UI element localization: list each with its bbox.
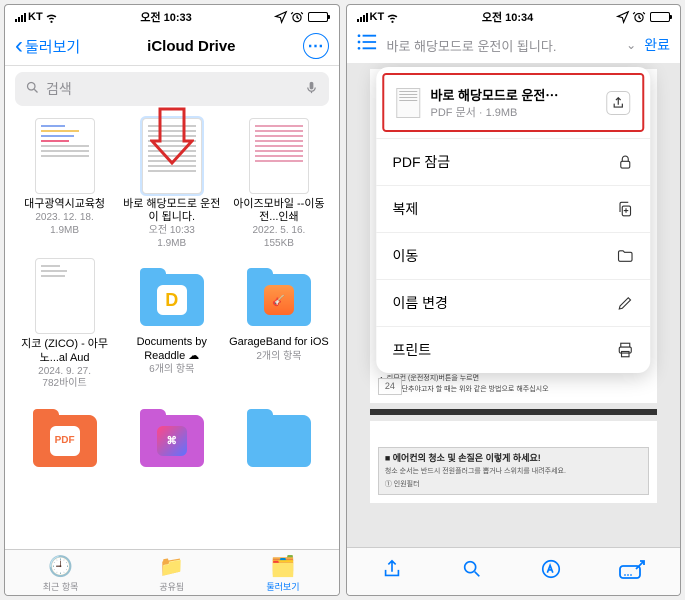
page-number: 24 bbox=[378, 378, 402, 395]
battery-icon bbox=[650, 12, 670, 22]
clock-icon: 🕘 bbox=[5, 554, 116, 579]
status-bar: KT 오전 10:33 bbox=[5, 5, 339, 27]
folder-item[interactable]: PDF bbox=[13, 399, 116, 477]
document-header: 바로 해당모드로 운전이 됩니다. ⌄ 완료 bbox=[347, 27, 681, 63]
pencil-icon bbox=[616, 294, 634, 312]
menu-move[interactable]: 이동 bbox=[377, 232, 650, 279]
search-button[interactable] bbox=[461, 558, 483, 585]
more-button[interactable]: ⋯ bbox=[303, 33, 329, 59]
shared-folder-icon: 📁 bbox=[116, 554, 227, 579]
wifi-icon bbox=[45, 11, 58, 24]
file-item[interactable]: 지코 (ZICO) - 아무노...al Aud 2024. 9. 27. 78… bbox=[13, 258, 116, 390]
folder-icon bbox=[616, 247, 634, 265]
back-button[interactable]: ‹ 둘러보기 bbox=[15, 36, 80, 57]
garageband-app-icon: 🎸 bbox=[264, 285, 294, 315]
search-icon bbox=[25, 80, 40, 98]
chevron-down-icon[interactable]: ⌄ bbox=[626, 38, 636, 52]
shortcuts-app-icon: ⌘ bbox=[157, 426, 187, 456]
status-time: 오전 10:34 bbox=[482, 9, 533, 25]
battery-icon bbox=[308, 12, 328, 22]
folder-item[interactable] bbox=[227, 399, 330, 477]
mic-icon[interactable] bbox=[304, 80, 319, 98]
tab-shared[interactable]: 📁 공유됨 bbox=[116, 554, 227, 593]
search-input[interactable]: 검색 bbox=[15, 72, 329, 106]
phone-left: KT 오전 10:33 ‹ 둘러보기 iCloud Drive ⋯ 검색 bbox=[4, 4, 340, 596]
annotation-arrow-icon bbox=[150, 107, 194, 167]
compose-button[interactable] bbox=[619, 559, 645, 584]
status-bar: KT 오전 10:34 bbox=[347, 5, 681, 27]
pdf-app-icon: PDF bbox=[50, 426, 80, 456]
pdf-page: ■ 에어컨의 청소 및 손질은 이렇게 하세요! 청소 순서는 반드시 전원플러… bbox=[370, 421, 657, 503]
file-thumbnail bbox=[397, 88, 421, 118]
tab-bar: 🕘 최근 항목 📁 공유됨 🗂️ 둘러보기 bbox=[5, 549, 339, 595]
file-meta: PDF 문서 · 1.9MB bbox=[431, 104, 606, 120]
menu-lock-pdf[interactable]: PDF 잠금 bbox=[377, 138, 650, 185]
duplicate-icon bbox=[616, 200, 634, 218]
share-button[interactable] bbox=[606, 91, 630, 115]
chevron-left-icon: ‹ bbox=[15, 39, 23, 53]
signal-icon bbox=[15, 13, 26, 22]
location-icon bbox=[616, 10, 630, 24]
tab-browse[interactable]: 🗂️ 둘러보기 bbox=[227, 554, 338, 593]
back-label: 둘러보기 bbox=[25, 36, 80, 57]
file-item[interactable]: 아이즈모바일 --이동전...인쇄 2022. 5. 16. 155KB bbox=[227, 118, 330, 250]
carrier-label: KT bbox=[28, 11, 43, 23]
print-icon bbox=[616, 341, 634, 359]
tab-recent[interactable]: 🕘 최근 항목 bbox=[5, 554, 116, 593]
folder-item[interactable]: D Documents by Readdle ☁︎ 6개의 항목 bbox=[120, 258, 223, 390]
section-heading: ■ 에어컨의 청소 및 손질은 이렇게 하세요! bbox=[385, 452, 642, 465]
file-name: 바로 해당모드로 운전⋯ bbox=[431, 85, 606, 104]
section-sub: 청소 순서는 반드시 전원플러그를 뽑거나 스위치를 내려주세요. bbox=[385, 467, 642, 477]
alarm-icon bbox=[632, 10, 646, 24]
menu-rename[interactable]: 이름 변경 bbox=[377, 279, 650, 326]
document-viewer[interactable]: 5. 운전 중 (탠의선온도설정)버튼을 누르면 본선 표시부에서 항온도가 나… bbox=[347, 63, 681, 547]
file-item[interactable]: 대구광역시교육청 2023. 12. 18. 1.9MB bbox=[13, 118, 116, 250]
share-button[interactable] bbox=[381, 558, 403, 585]
page-title: iCloud Drive bbox=[147, 38, 235, 55]
lock-icon bbox=[616, 153, 634, 171]
signal-icon bbox=[357, 13, 368, 22]
folder-item[interactable]: ⌘ bbox=[120, 399, 223, 477]
list-button[interactable] bbox=[357, 33, 379, 57]
bottom-toolbar bbox=[347, 547, 681, 595]
done-button[interactable]: 완료 bbox=[644, 35, 670, 55]
status-time: 오전 10:33 bbox=[140, 9, 191, 25]
file-info-row: 바로 해당모드로 운전⋯ PDF 문서 · 1.9MB bbox=[383, 73, 644, 132]
markup-button[interactable] bbox=[540, 558, 562, 585]
location-icon bbox=[274, 10, 288, 24]
folder-icon: 🗂️ bbox=[227, 554, 338, 579]
phone-right: KT 오전 10:34 바로 해당모드로 운전이 됩니다. ⌄ 완료 5. 운전… bbox=[346, 4, 682, 596]
file-grid: 대구광역시교육청 2023. 12. 18. 1.9MB 바로 해당모드로 운전… bbox=[5, 112, 339, 483]
folder-item[interactable]: 🎸 GarageBand for iOS 2개의 항목 bbox=[227, 258, 330, 390]
nav-bar: ‹ 둘러보기 iCloud Drive ⋯ bbox=[5, 27, 339, 66]
action-sheet: 바로 해당모드로 운전⋯ PDF 문서 · 1.9MB PDF 잠금 복제 이동 bbox=[377, 67, 650, 373]
carrier-label: KT bbox=[370, 11, 385, 23]
menu-duplicate[interactable]: 복제 bbox=[377, 185, 650, 232]
search-placeholder: 검색 bbox=[46, 79, 72, 99]
menu-print[interactable]: 프린트 bbox=[377, 326, 650, 373]
wifi-icon bbox=[386, 11, 399, 24]
document-title[interactable]: 바로 해당모드로 운전이 됩니다. bbox=[387, 36, 619, 55]
alarm-icon bbox=[290, 10, 304, 24]
documents-app-icon: D bbox=[157, 285, 187, 315]
